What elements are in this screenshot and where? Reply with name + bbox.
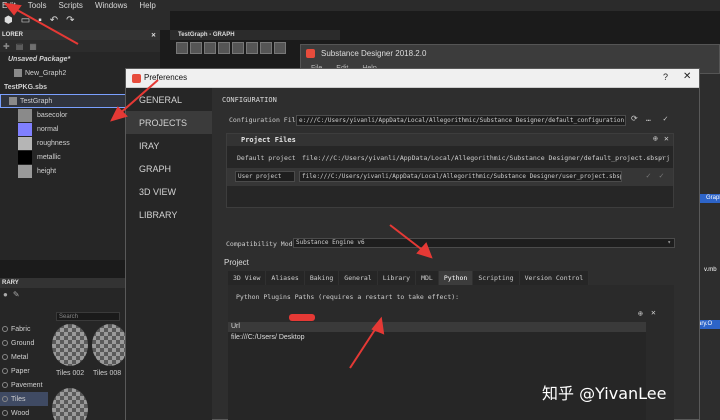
watermark: 知乎 @YivanLee — [542, 384, 667, 403]
arrow-to-path — [349, 324, 379, 369]
arrow-to-edit-menu — [9, 5, 79, 45]
annotation-arrows — [3, 2, 433, 369]
arrow-head — [416, 242, 433, 259]
arrow-to-python-tab — [389, 224, 426, 253]
arrow-to-projects — [117, 79, 159, 116]
arrow-head — [3, 2, 22, 16]
